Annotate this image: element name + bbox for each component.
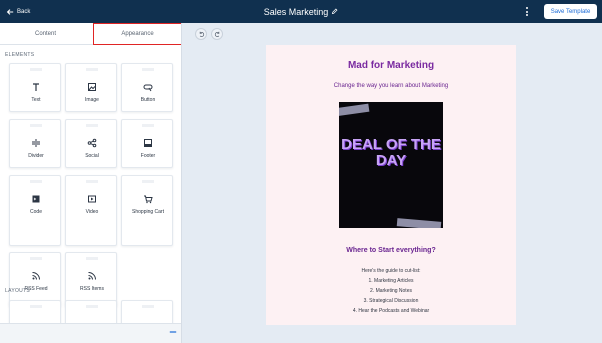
drag-handle-icon	[86, 257, 98, 260]
button-icon	[143, 84, 153, 92]
element-text[interactable]: Text	[9, 63, 61, 112]
element-label: Social	[85, 153, 99, 159]
image-icon	[88, 83, 96, 91]
save-template-button[interactable]: Save Template	[544, 4, 597, 19]
tab-content[interactable]: Content	[0, 23, 91, 45]
tape-decoration	[396, 218, 442, 228]
element-label: Image	[85, 97, 99, 103]
tape-decoration	[339, 103, 370, 117]
drag-handle-icon	[86, 68, 98, 71]
collapse-icon[interactable]	[169, 328, 177, 336]
element-label: Button	[140, 97, 156, 103]
list-item: 1. Marketing Articles	[368, 278, 414, 284]
redo-icon	[214, 31, 219, 37]
top-bar: Back Sales Marketing Save Template	[0, 0, 602, 23]
code-icon	[32, 195, 40, 203]
promo-text: DEAL OF THE DAY	[341, 136, 441, 169]
list-item: 4. Hear the Podcasts and Webinar	[352, 308, 430, 314]
rss-icon	[32, 272, 40, 280]
drag-handle-icon	[142, 305, 154, 308]
sidebar: Content Appearance ELEMENTS Text Image B…	[0, 23, 182, 343]
element-button[interactable]: Button	[121, 63, 173, 112]
elements-section-label: ELEMENTS	[5, 52, 35, 58]
footer-icon	[144, 139, 152, 147]
drag-handle-icon	[30, 305, 42, 308]
more-options-icon[interactable]	[522, 6, 532, 17]
element-label: Footer	[140, 153, 156, 159]
element-shopping-cart[interactable]: Shopping Cart	[121, 175, 173, 246]
element-label: RSS Items	[80, 286, 104, 292]
sidebar-footer	[0, 323, 181, 343]
list-item: Here's the guide to cut-list:	[361, 268, 421, 274]
back-label: Back	[17, 8, 31, 15]
element-label: Text	[31, 97, 41, 103]
element-image[interactable]: Image	[65, 63, 117, 112]
drag-handle-icon	[86, 180, 98, 183]
layouts-section-label: LAYOUTS	[5, 288, 31, 294]
template-title: Sales Marketing	[263, 6, 329, 17]
drag-handle-icon	[142, 68, 154, 71]
drag-handle-icon	[86, 305, 98, 308]
rss-icon	[88, 272, 96, 280]
drag-handle-icon	[30, 68, 42, 71]
arrow-left-icon	[6, 8, 14, 15]
element-divider[interactable]: Divider	[9, 119, 61, 168]
social-icon	[87, 138, 97, 148]
email-subheading: Change the way you learn about Marketing	[333, 83, 449, 89]
email-body-list: Here's the guide to cut-list: 1. Marketi…	[266, 266, 516, 316]
undo-icon	[199, 31, 204, 37]
video-icon	[88, 195, 96, 203]
element-social[interactable]: Social	[65, 119, 117, 168]
drag-handle-icon	[30, 257, 42, 260]
element-footer[interactable]: Footer	[121, 119, 173, 168]
element-rss-feed[interactable]: RSS Feed	[9, 252, 61, 307]
drag-handle-icon	[30, 180, 42, 183]
undo-button[interactable]	[195, 28, 207, 40]
email-section-heading: Where to Start everything?	[346, 247, 436, 254]
email-heading: Mad for Marketing	[347, 60, 435, 71]
promo-image: DEAL OF THE DAY	[339, 102, 443, 228]
list-item: 3. Strategical Discussion	[363, 298, 419, 304]
redo-button[interactable]	[211, 28, 223, 40]
list-item: 2. Marketing Notes	[370, 288, 412, 294]
sidebar-tabs: Content Appearance	[0, 23, 181, 45]
element-label: Shopping Cart	[132, 209, 164, 215]
element-rss-items[interactable]: RSS Items	[65, 252, 117, 307]
drag-handle-icon	[142, 124, 154, 127]
divider-icon	[32, 139, 40, 147]
element-video[interactable]: Video	[65, 175, 117, 246]
back-button[interactable]: Back	[6, 6, 30, 17]
element-label: Divider	[28, 153, 44, 159]
drag-handle-icon	[30, 124, 42, 127]
element-code[interactable]: Code	[9, 175, 61, 246]
drag-handle-icon	[142, 180, 154, 183]
element-label: Code	[30, 209, 42, 215]
cart-icon	[144, 195, 153, 204]
element-label: Video	[85, 209, 99, 215]
tab-appearance[interactable]: Appearance	[93, 23, 181, 45]
text-icon	[33, 83, 39, 91]
email-canvas[interactable]: Mad for Marketing Change the way you lea…	[266, 45, 516, 325]
drag-handle-icon	[86, 124, 98, 127]
pencil-icon[interactable]	[331, 8, 338, 15]
